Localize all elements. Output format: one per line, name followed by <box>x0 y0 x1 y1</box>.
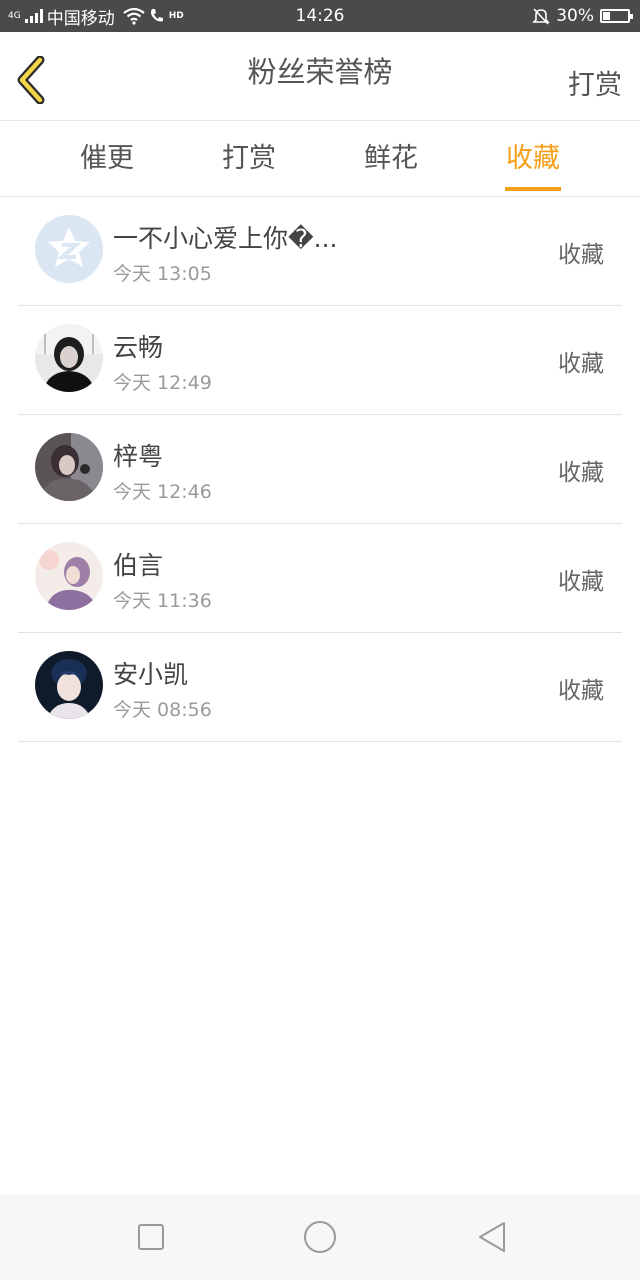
recent-apps-button[interactable] <box>131 1217 171 1257</box>
fan-action: 收藏 <box>558 460 604 486</box>
chevron-left-icon <box>17 55 45 105</box>
page-title: 粉丝荣誉榜 <box>247 55 393 89</box>
system-nav-bar <box>0 1195 640 1280</box>
fan-name: 伯言 <box>113 551 164 580</box>
home-button[interactable] <box>300 1217 340 1257</box>
tab-label: 鲜花 <box>364 143 418 174</box>
bell-muted-icon <box>532 8 551 25</box>
avatar <box>35 215 103 283</box>
avatar <box>35 651 103 719</box>
back-nav-button[interactable] <box>472 1217 512 1257</box>
list-item[interactable]: 一不小心爱上你�... 今天 13:05 收藏 <box>18 197 622 306</box>
avatar <box>35 433 103 501</box>
clock: 14:26 <box>295 6 345 26</box>
list-item[interactable]: 云畅 今天 12:49 收藏 <box>18 306 622 415</box>
fan-time: 今天 11:36 <box>113 590 212 612</box>
fan-action: 收藏 <box>558 569 604 595</box>
list-item[interactable]: 安小凯 今天 08:56 收藏 <box>18 633 622 742</box>
status-bar: 4G 中国移动 HD 14:26 30% <box>0 0 640 32</box>
user-photo-icon <box>35 542 103 610</box>
tab-reward[interactable]: 打赏 <box>178 121 320 196</box>
fan-name: 云畅 <box>113 333 164 362</box>
fan-name: 安小凯 <box>113 660 189 689</box>
fan-time: 今天 12:46 <box>113 481 212 503</box>
list-item[interactable]: 梓粤 今天 12:46 收藏 <box>18 415 622 524</box>
fan-action: 收藏 <box>558 678 604 704</box>
back-button[interactable] <box>14 55 54 105</box>
avatar <box>35 542 103 610</box>
fan-time: 今天 13:05 <box>113 263 212 285</box>
tab-label: 催更 <box>80 143 134 174</box>
fan-list: 一不小心爱上你�... 今天 13:05 收藏 云畅 今天 12:49 收藏 梓… <box>18 197 622 742</box>
user-photo-icon <box>35 324 103 392</box>
tab-label: 收藏 <box>506 143 560 174</box>
user-photo-icon <box>35 433 103 501</box>
fan-name: 梓粤 <box>113 442 164 471</box>
fan-time: 今天 12:49 <box>113 372 212 394</box>
fan-time: 今天 08:56 <box>113 699 212 721</box>
battery-fill <box>603 12 610 20</box>
tab-label: 打赏 <box>222 143 276 174</box>
user-photo-icon <box>35 651 103 719</box>
tab-favorites[interactable]: 收藏 <box>462 121 604 196</box>
battery-percent: 30% <box>556 6 594 26</box>
fan-name: 一不小心爱上你�... <box>113 224 338 253</box>
fan-action: 收藏 <box>558 242 604 268</box>
reward-button[interactable]: 打赏 <box>568 63 622 102</box>
tab-urge[interactable]: 催更 <box>36 121 178 196</box>
tab-flowers[interactable]: 鲜花 <box>320 121 462 196</box>
list-item[interactable]: 伯言 今天 11:36 收藏 <box>18 524 622 633</box>
avatar <box>35 324 103 392</box>
active-tab-indicator <box>505 187 561 191</box>
fan-action: 收藏 <box>558 351 604 377</box>
status-right: 30% <box>532 0 633 32</box>
home-icon <box>304 1221 336 1253</box>
header: 粉丝荣誉榜 打赏 <box>0 32 640 121</box>
recent-apps-icon <box>138 1224 164 1250</box>
qq-default-avatar-icon <box>35 215 103 283</box>
tab-bar: 催更 打赏 鲜花 收藏 <box>0 121 640 197</box>
battery-icon <box>600 9 633 23</box>
back-triangle-icon <box>479 1222 505 1252</box>
